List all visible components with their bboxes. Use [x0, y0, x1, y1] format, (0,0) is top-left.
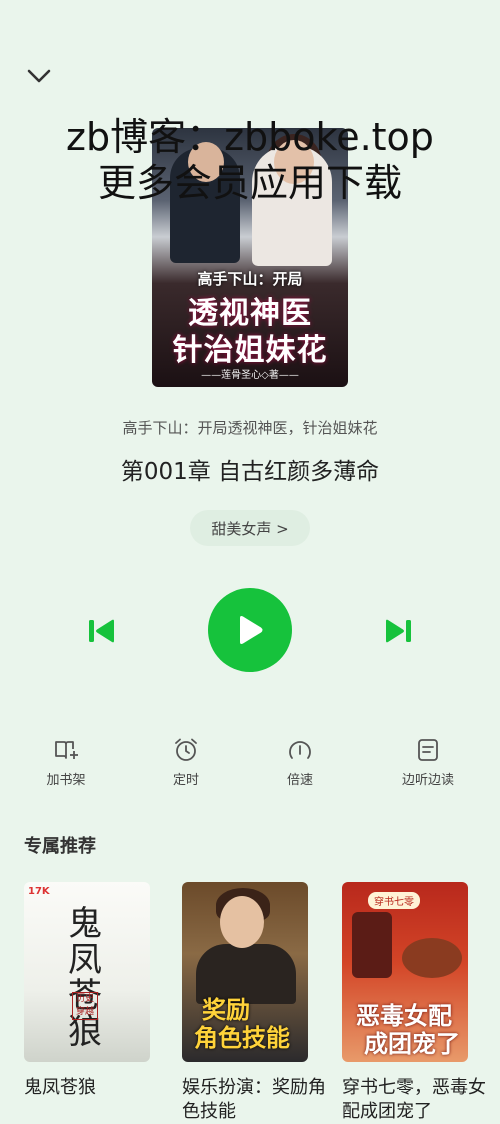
recommend-book-card[interactable]: 奖励 角色技能 娱乐扮演：奖励角色技能 — [182, 882, 326, 1124]
chapter-title: 第001章 自古红颜多薄命 — [120, 459, 380, 485]
play-button[interactable] — [208, 588, 292, 672]
chevron-down-icon — [27, 69, 51, 83]
speed-button[interactable]: 倍速 — [245, 737, 355, 788]
watermark-line1: zb博客：zbboke.top — [66, 115, 434, 159]
skip-previous-icon — [89, 619, 114, 643]
speed-label: 倍速 — [286, 773, 313, 788]
cover-author: ——莲骨圣心◇著—— — [201, 370, 299, 381]
read-along-label: 边听边读 — [401, 773, 454, 788]
play-icon — [240, 616, 263, 644]
alarm-clock-icon — [175, 738, 197, 761]
timer-button[interactable]: 定时 — [131, 737, 241, 788]
recommend-book-card[interactable]: 17K 鬼凤苍狼 历史穿越 鬼凤苍狼 — [24, 882, 160, 1100]
recommend-book-cover: 17K 鬼凤苍狼 历史穿越 — [24, 882, 150, 1062]
recommend-book-title: 穿书七零，恶毒女配成团宠了 — [342, 1077, 486, 1122]
previous-chapter-button[interactable] — [88, 618, 116, 644]
recommend-book-cover: 穿书七零 恶毒女配 成团宠了 — [342, 882, 468, 1062]
read-along-icon — [418, 739, 438, 761]
recommend-section-title: 专属推荐 — [24, 836, 96, 857]
recommend-book-cover: 奖励 角色技能 — [182, 882, 308, 1062]
timer-label: 定时 — [172, 773, 199, 788]
voice-selector[interactable]: 甜美女声 > — [190, 510, 310, 546]
watermark-line2: 更多会员应用下载 — [97, 161, 402, 205]
speed-gauge-icon — [289, 741, 311, 759]
add-to-shelf-icon — [55, 741, 78, 759]
cover-title-line3: 针治姐妹花 — [172, 333, 328, 368]
next-chapter-button[interactable] — [384, 618, 412, 644]
recommend-book-title: 娱乐扮演：奖励角色技能 — [182, 1077, 326, 1122]
recommend-book-card[interactable]: 穿书七零 恶毒女配 成团宠了 穿书七零，恶毒女配成团宠了 — [342, 882, 486, 1124]
add-to-shelf-button[interactable]: 加书架 — [11, 737, 121, 788]
skip-next-icon — [386, 619, 411, 643]
add-to-shelf-label: 加书架 — [46, 773, 86, 788]
collapse-button[interactable] — [24, 60, 54, 90]
cover-title-line1: 高手下山：开局 — [197, 270, 303, 288]
read-along-button[interactable]: 边听边读 — [373, 737, 483, 788]
book-name: 高手下山：开局透视神医，针治姐妹花 — [122, 419, 378, 437]
recommend-book-title: 鬼凤苍狼 — [24, 1077, 96, 1098]
